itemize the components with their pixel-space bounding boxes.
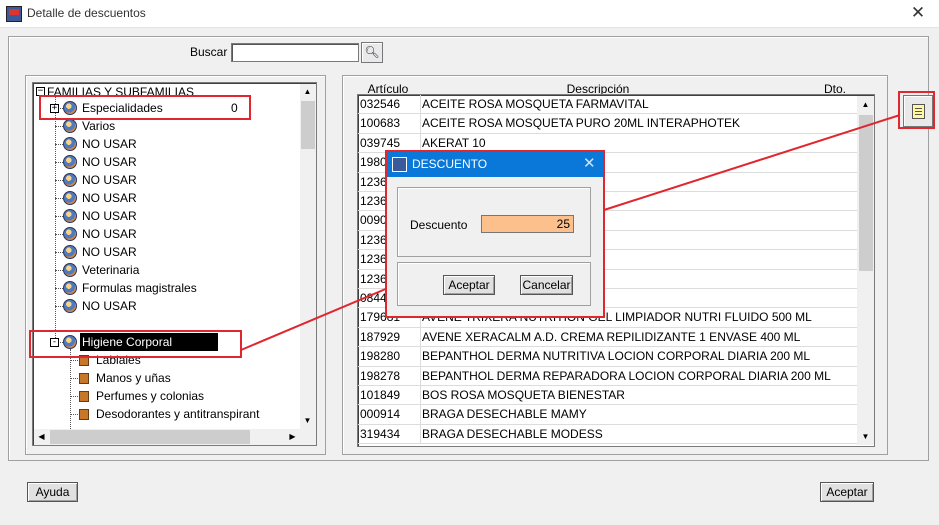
close-icon[interactable]: ✕ [583, 154, 596, 172]
search-label: Buscar [190, 45, 228, 59]
tree-item-no-usar[interactable]: NO USAR [80, 171, 139, 189]
cell-articulo: 319434 [360, 426, 401, 441]
cell-descripcion: BRAGA DESECHABLE MODESS [420, 424, 856, 444]
scroll-thumb[interactable] [859, 115, 873, 271]
tree-child-perfumes[interactable]: Perfumes y colonias [94, 387, 206, 405]
globe-icon [63, 155, 77, 169]
table-row[interactable]: 101849 BOS ROSA MOSQUETA BIENESTAR [358, 386, 858, 406]
cell-articulo: 187929 [360, 329, 401, 344]
search-icon: 🔍︎ [364, 45, 380, 59]
highlight-notes-button [898, 91, 935, 129]
help-button[interactable]: Ayuda [27, 482, 78, 502]
globe-icon [63, 245, 77, 259]
tree-item-label: Perfumes y colonias [96, 389, 205, 403]
tree-horizontal-scrollbar[interactable]: ◀ ▶ [34, 429, 300, 445]
tree-item-label: NO USAR [82, 155, 137, 169]
tree-item-label: NO USAR [82, 209, 137, 223]
cell-descripcion: ACEITE ROSA MOSQUETA PURO 20ML INTERAPHO… [420, 114, 856, 134]
discount-input[interactable]: 25 [481, 215, 574, 233]
tree-item-no-usar[interactable]: NO USAR [80, 225, 139, 243]
scroll-left-icon[interactable]: ◀ [34, 429, 49, 445]
tree-item-no-usar[interactable]: NO USAR [80, 207, 139, 225]
tree-child-manos-unas[interactable]: Manos y uñas [94, 369, 173, 387]
tree-item-label: NO USAR [82, 227, 137, 241]
tree-vertical-scrollbar[interactable]: ▲ ▼ [300, 84, 316, 429]
cell-articulo: 000914 [360, 407, 401, 422]
grid-vertical-scrollbar[interactable]: ▲ ▼ [857, 96, 874, 445]
dialog-cancel-button[interactable]: Cancelar [520, 275, 573, 295]
dialog-titlebar: DESCUENTO ✕ [387, 152, 603, 177]
app-icon [392, 157, 407, 172]
cell-articulo: 198280 [360, 349, 401, 364]
cell-descripcion: ACEITE ROSA MOSQUETA FARMAVITAL [420, 95, 856, 114]
cell-descripcion: BEPANTHOL DERMA NUTRITIVA LOCION CORPORA… [420, 347, 856, 367]
scroll-thumb[interactable] [50, 430, 250, 444]
tree-item-no-usar[interactable]: NO USAR [80, 153, 139, 171]
close-icon[interactable]: ✕ [906, 2, 930, 24]
globe-icon [63, 299, 77, 313]
tree-item-no-usar[interactable]: NO USAR [80, 243, 139, 261]
tree-child-desodorantes[interactable]: Desodorantes y antitranspirant [94, 405, 261, 423]
highlight-higiene-corporal [29, 330, 242, 358]
tree-item-no-usar[interactable]: NO USAR [80, 189, 139, 207]
table-row[interactable]: 032546 ACEITE ROSA MOSQUETA FARMAVITAL [358, 95, 858, 115]
table-row[interactable]: 000914 BRAGA DESECHABLE MAMY [358, 405, 858, 425]
book-icon [79, 409, 89, 420]
accept-button[interactable]: Aceptar [820, 482, 874, 502]
tree-item-label: NO USAR [82, 137, 137, 151]
globe-icon [63, 119, 77, 133]
globe-icon [63, 227, 77, 241]
tree-item-label: Formulas magistrales [82, 281, 197, 295]
tree-item-label: NO USAR [82, 245, 137, 259]
globe-icon [63, 281, 77, 295]
discount-dialog: DESCUENTO ✕ Descuento 25 Aceptar Cancela… [385, 150, 605, 318]
tree-item-label: NO USAR [82, 299, 137, 313]
search-input[interactable] [231, 43, 359, 62]
scroll-down-icon[interactable]: ▼ [300, 413, 315, 429]
cell-articulo: 100683 [360, 116, 401, 131]
tree-item-label: NO USAR [82, 173, 137, 187]
globe-icon [63, 209, 77, 223]
book-icon [79, 391, 89, 402]
search-button[interactable]: 🔍︎ [361, 42, 383, 63]
scroll-up-icon[interactable]: ▲ [858, 97, 873, 113]
book-icon [79, 373, 89, 384]
app-icon [6, 6, 22, 22]
scroll-down-icon[interactable]: ▼ [858, 429, 873, 445]
cell-articulo: 032546 [360, 97, 401, 111]
cell-articulo: 198278 [360, 368, 401, 383]
cell-descripcion: BRAGA DESECHABLE MAMY [420, 405, 856, 425]
scroll-up-icon[interactable]: ▲ [300, 84, 315, 100]
globe-icon [63, 263, 77, 277]
tree-item-no-usar[interactable]: NO USAR [80, 135, 139, 153]
cell-descripcion: AVENE XERACALM A.D. CREMA REPILIDIZANTE … [420, 327, 856, 347]
tree-item-veterinaria[interactable]: Veterinaria [80, 261, 141, 279]
tree-item-no-usar[interactable]: NO USAR [80, 297, 139, 315]
cell-descripcion: BEPANTHOL DERMA REPARADORA LOCION CORPOR… [420, 366, 856, 386]
cell-articulo: 101849 [360, 388, 401, 402]
highlight-especialidades [39, 95, 251, 120]
window-title: Detalle de descuentos [27, 6, 146, 20]
scroll-thumb[interactable] [301, 101, 315, 149]
scroll-corner [300, 429, 316, 445]
globe-icon [63, 137, 77, 151]
globe-icon [63, 191, 77, 205]
table-row[interactable]: 198280 BEPANTHOL DERMA NUTRITIVA LOCION C… [358, 347, 858, 367]
cell-descripcion: BOS ROSA MOSQUETA BIENESTAR [420, 386, 856, 405]
table-row[interactable]: 198278 BEPANTHOL DERMA REPARADORA LOCION … [358, 366, 858, 386]
dialog-title: DESCUENTO [412, 157, 488, 171]
globe-icon [63, 173, 77, 187]
tree-item-label: Desodorantes y antitranspirant [96, 407, 260, 421]
tree-item-label: NO USAR [82, 191, 137, 205]
families-tree[interactable]: − FAMILIAS Y SUBFAMILIAS + Especialidade… [32, 82, 317, 446]
tree-item-label: Manos y uñas [96, 371, 171, 385]
table-row[interactable]: 319434 BRAGA DESECHABLE MODESS [358, 424, 858, 445]
table-row[interactable]: 100683 ACEITE ROSA MOSQUETA PURO 20ML INT… [358, 114, 858, 134]
dialog-accept-button[interactable]: Aceptar [443, 275, 495, 295]
scroll-right-icon[interactable]: ▶ [285, 429, 300, 445]
discount-label: Descuento [410, 218, 468, 232]
table-row[interactable]: 187929 AVENE XERACALM A.D. CREMA REPILIDI… [358, 327, 858, 348]
tree-item-label: Veterinaria [82, 263, 140, 277]
tree-item-formulas-magistrales[interactable]: Formulas magistrales [80, 279, 199, 297]
